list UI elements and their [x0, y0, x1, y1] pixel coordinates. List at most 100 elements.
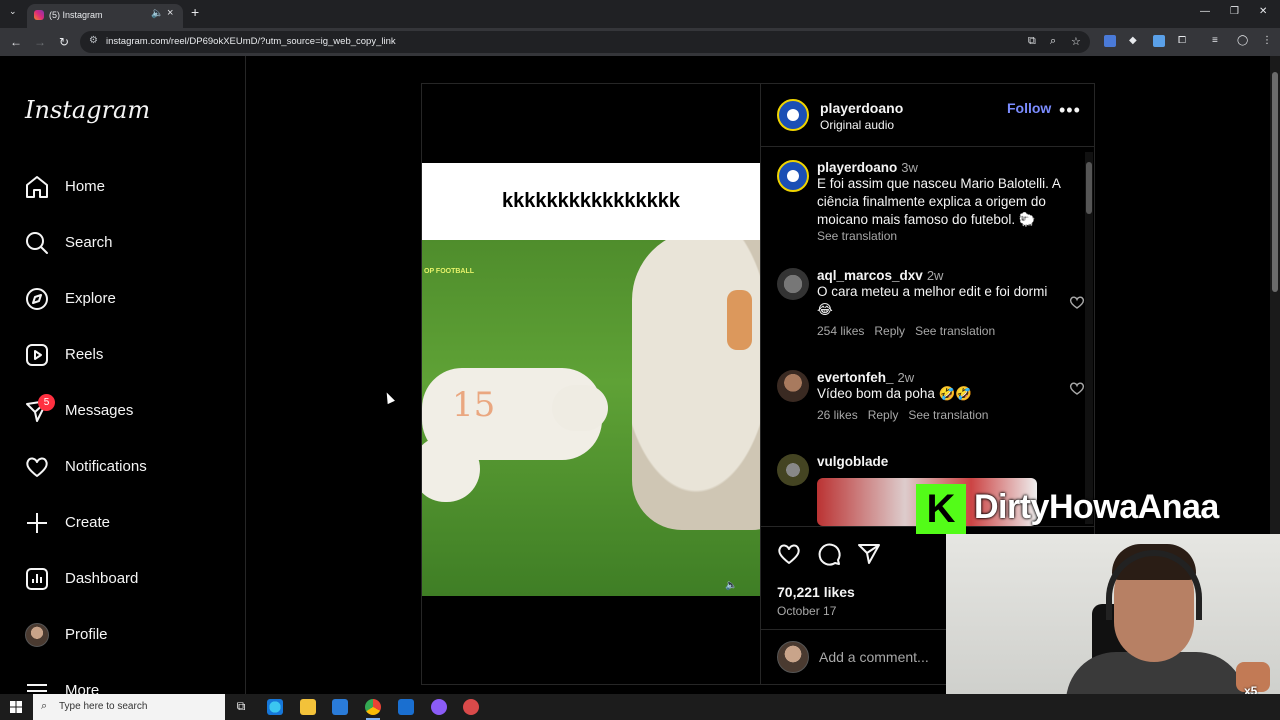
forward-icon[interactable]: →: [34, 35, 46, 49]
see-translation-link[interactable]: See translation: [915, 324, 995, 338]
mute-icon[interactable]: 🔈: [725, 580, 737, 591]
caption-text: E foi assim que nasceu Mario Balotelli. …: [817, 176, 1061, 227]
bookmark-star-icon[interactable]: ☆: [1071, 35, 1081, 48]
comments-scrollbar[interactable]: [1085, 152, 1093, 524]
comment-username[interactable]: evertonfeh_: [817, 370, 894, 385]
edge-icon[interactable]: [267, 699, 283, 715]
avatar: [777, 641, 809, 673]
sidebar-item-create[interactable]: Create: [24, 506, 224, 542]
windows-start-icon[interactable]: [10, 701, 22, 713]
comments-list: playerdoano 3w E foi assim que nasceu Mar…: [761, 148, 1095, 526]
like-heart-icon[interactable]: [776, 541, 802, 567]
avatar[interactable]: [777, 370, 809, 402]
instagram-favicon-icon: [34, 10, 44, 20]
scrollbar-thumb[interactable]: [1086, 162, 1092, 214]
comment-text: O cara meteu a melhor edit e foi dormi 😂: [817, 284, 1048, 317]
like-comment-heart-icon[interactable]: [1069, 380, 1085, 396]
video-caption-text: kkkkkkkkkkkkkkkk: [422, 163, 760, 240]
app-icon[interactable]: [431, 699, 447, 715]
sidebar-item-messages[interactable]: 5 Messages: [24, 394, 224, 430]
mouse-cursor: [383, 390, 395, 405]
audio-label[interactable]: Original audio: [820, 118, 894, 132]
reply-button[interactable]: Reply: [868, 408, 899, 422]
extensions-puzzle-icon[interactable]: ⧠: [1178, 35, 1190, 47]
multiplier-label: x5: [1244, 684, 1258, 694]
instagram-logo[interactable]: Instagram: [25, 96, 150, 124]
back-icon[interactable]: ←: [10, 35, 22, 49]
sidebar-item-label: Reels: [65, 346, 104, 363]
install-icon[interactable]: ⧉: [1028, 35, 1036, 48]
comment-time[interactable]: 3w: [901, 160, 918, 175]
avatar[interactable]: [777, 454, 809, 486]
sidebar-item-search[interactable]: Search: [24, 226, 224, 262]
site-info-icon[interactable]: ⚙: [89, 35, 98, 46]
url-bar[interactable]: ⚙ instagram.com/reel/DP69okXEUmD/?utm_so…: [80, 31, 1090, 53]
restore-icon[interactable]: ❐: [1230, 6, 1239, 17]
search-icon: [26, 232, 48, 254]
comment-username[interactable]: playerdoano: [817, 160, 897, 175]
more-options-icon[interactable]: •••: [1059, 100, 1081, 121]
outlook-icon[interactable]: [398, 699, 414, 715]
taskbar-search-placeholder: Type here to search: [59, 701, 148, 712]
share-icon[interactable]: [856, 541, 882, 567]
address-toolbar: ← → ↻ ⚙ instagram.com/reel/DP69okXEUmD/?…: [0, 28, 1280, 56]
sidebar-item-reels[interactable]: Reels: [24, 338, 224, 374]
author-avatar[interactable]: [777, 160, 809, 192]
see-translation-link[interactable]: See translation: [908, 408, 988, 422]
minimize-icon[interactable]: —: [1200, 6, 1210, 17]
task-view-icon[interactable]: ⧉: [233, 699, 249, 715]
sidebar-item-label: Create: [65, 514, 111, 531]
reel-video[interactable]: kkkkkkkkkkkkkkkk OP FOOTBALL 15 🔈: [422, 84, 760, 684]
reply-button[interactable]: Reply: [874, 324, 905, 338]
zoom-icon[interactable]: ⌕: [1050, 35, 1056, 48]
likes-count[interactable]: 70,221 likes: [777, 584, 855, 600]
dashboard-icon: [26, 568, 48, 590]
comment-likes[interactable]: 26 likes: [817, 408, 858, 422]
extension-cloud-icon[interactable]: [1153, 35, 1165, 47]
speaker-icon[interactable]: 🔈: [151, 8, 163, 19]
like-comment-heart-icon[interactable]: [1069, 294, 1085, 310]
chrome-icon[interactable]: [365, 699, 381, 715]
search-icon: ⌕: [41, 700, 48, 712]
video-frame-sheep[interactable]: OP FOOTBALL 15: [422, 240, 760, 596]
author-username[interactable]: playerdoano: [820, 100, 903, 116]
close-window-icon[interactable]: ✕: [1259, 6, 1267, 17]
sidebar-item-more[interactable]: More: [24, 674, 224, 694]
sidebar-item-dashboard[interactable]: Dashboard: [24, 562, 224, 598]
comment-icon[interactable]: [816, 541, 842, 567]
sidebar-item-home[interactable]: Home: [24, 170, 224, 206]
author-avatar[interactable]: [777, 99, 809, 131]
see-translation-link[interactable]: See translation: [817, 229, 1062, 243]
new-tab-icon[interactable]: +: [191, 4, 199, 20]
compass-icon: [26, 288, 48, 310]
streamer-name: DirtyHowaAnaa: [974, 488, 1219, 526]
comment-username[interactable]: vulgoblade: [817, 454, 888, 469]
scrollbar-thumb[interactable]: [1272, 72, 1278, 292]
browser-tab[interactable]: (5) Instagram 🔈 ×: [27, 4, 183, 28]
tab-search-icon[interactable]: ⌄: [9, 6, 17, 17]
comment-time[interactable]: 2w: [898, 370, 915, 385]
profile-icon[interactable]: ◯: [1237, 35, 1249, 47]
menu-kebab-icon[interactable]: ⋮: [1262, 35, 1274, 47]
tab-groups-icon[interactable]: ≡: [1212, 35, 1224, 47]
sidebar-item-profile[interactable]: Profile: [24, 618, 224, 654]
close-tab-icon[interactable]: ×: [167, 7, 173, 19]
obs-icon[interactable]: [463, 699, 479, 715]
comment-username[interactable]: aql_marcos_dxv: [817, 268, 923, 283]
sidebar-item-label: Explore: [65, 290, 116, 307]
url-text: instagram.com/reel/DP69okXEUmD/?utm_sour…: [106, 36, 396, 47]
comment-time[interactable]: 2w: [927, 268, 944, 283]
sheep-image: [632, 240, 760, 530]
avatar[interactable]: [777, 268, 809, 300]
file-explorer-icon[interactable]: [300, 699, 316, 715]
taskbar-search[interactable]: ⌕ Type here to search: [33, 694, 225, 720]
extension-translate-icon[interactable]: [1104, 35, 1116, 47]
extension-diamond-icon[interactable]: ◆: [1129, 35, 1141, 47]
comment-likes[interactable]: 254 likes: [817, 324, 864, 338]
follow-button[interactable]: Follow: [1007, 100, 1051, 116]
sidebar-item-explore[interactable]: Explore: [24, 282, 224, 318]
sidebar-item-notifications[interactable]: Notifications: [24, 450, 224, 486]
reload-icon[interactable]: ↻: [59, 35, 69, 49]
post-date[interactable]: October 17: [777, 604, 836, 618]
store-icon[interactable]: [332, 699, 348, 715]
